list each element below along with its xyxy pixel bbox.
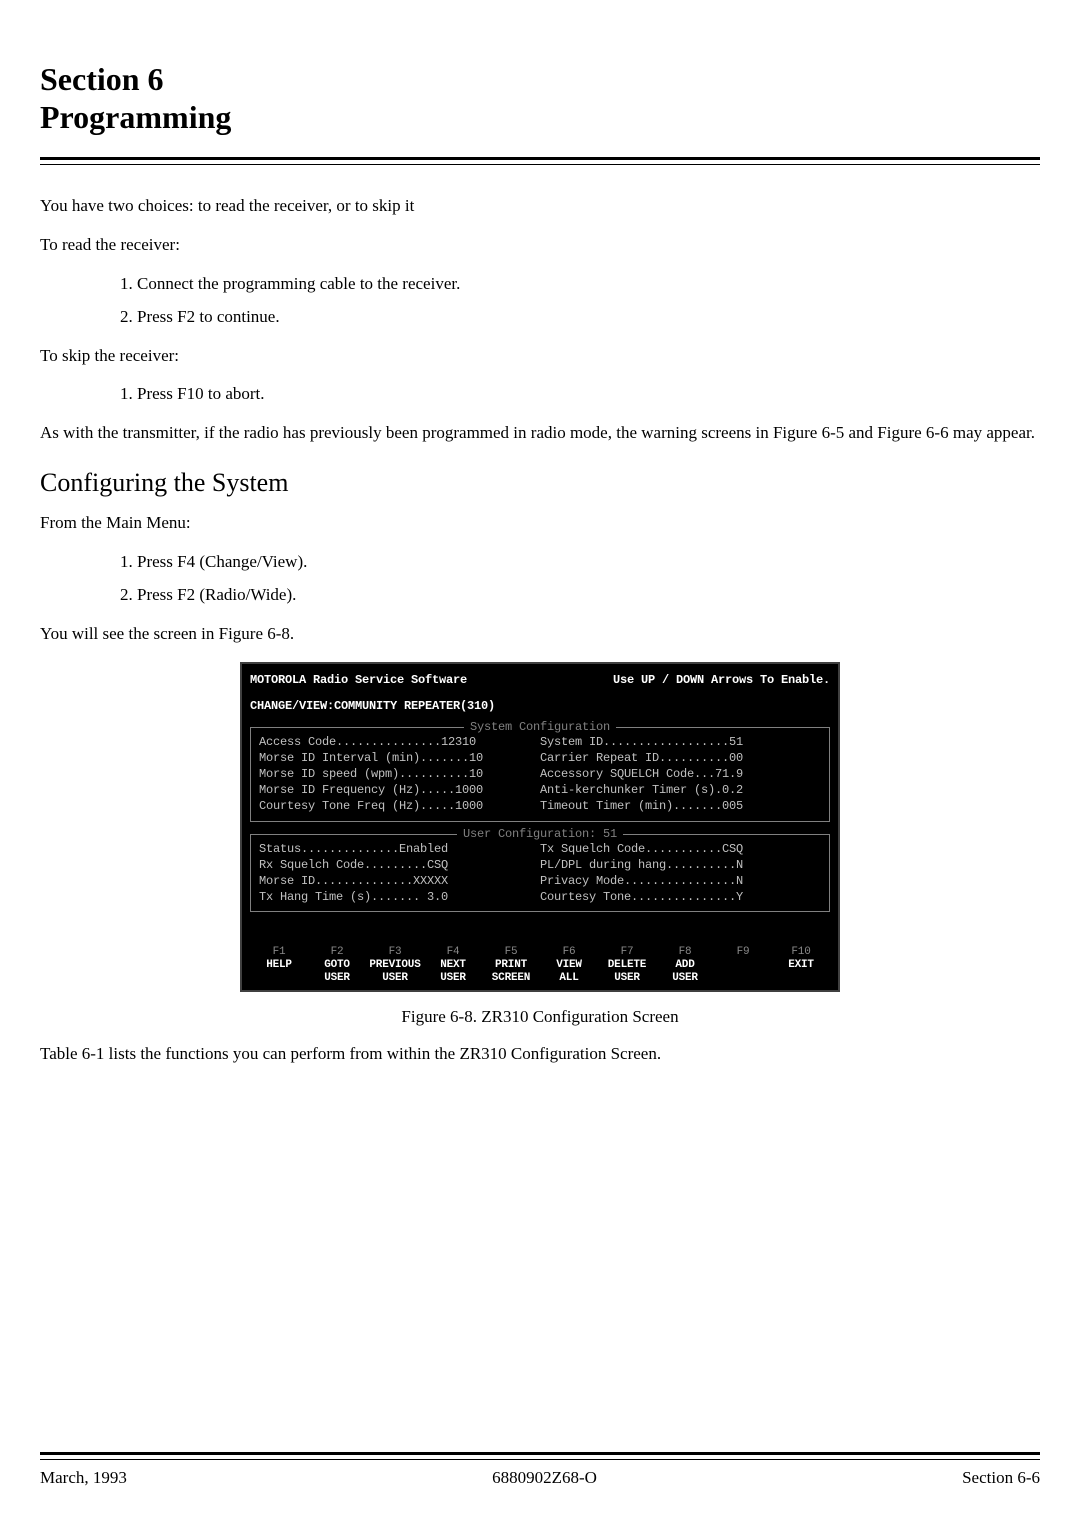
- footer-rule-thick: [40, 1452, 1040, 1455]
- list-item: 1. Connect the programming cable to the …: [120, 273, 1040, 296]
- terminal-box-system-config: System Configuration Access Code........…: [250, 727, 830, 822]
- kv-line: Morse ID Interval (min).......10: [259, 750, 540, 766]
- fkey-f5: F5 PRINT SCREEN: [482, 946, 540, 984]
- footer-date: March, 1993: [40, 1468, 127, 1488]
- terminal-function-keys: F1 HELP F2 GOTO USER F3 PREVIOUS USER: [250, 946, 830, 984]
- kv-line: Tx Squelch Code...........CSQ: [540, 841, 821, 857]
- paragraph: From the Main Menu:: [40, 512, 1040, 535]
- fkey-f1: F1 HELP: [250, 946, 308, 984]
- kv-line: Carrier Repeat ID..........00: [540, 750, 821, 766]
- terminal-box-title: System Configuration: [464, 719, 616, 735]
- kv-line: Morse ID speed (wpm)..........10: [259, 766, 540, 782]
- header-rule-thin: [40, 164, 1040, 165]
- fkey-f3: F3 PREVIOUS USER: [366, 946, 424, 984]
- fkey-f9: F9: [714, 946, 772, 984]
- fkey-f4: F4 NEXT USER: [424, 946, 482, 984]
- steps-read-receiver: 1. Connect the programming cable to the …: [120, 273, 1040, 329]
- paragraph: As with the transmitter, if the radio ha…: [40, 422, 1040, 445]
- paragraph: Table 6-1 lists the functions you can pe…: [40, 1043, 1040, 1066]
- kv-line: Morse ID..............XXXXX: [259, 873, 540, 889]
- kv-line: Privacy Mode................N: [540, 873, 821, 889]
- terminal-subtitle: CHANGE/VIEW:COMMUNITY REPEATER(310): [250, 698, 830, 714]
- terminal-title-right: Use UP / DOWN Arrows To Enable.: [613, 672, 830, 688]
- section-number: Section 6: [40, 60, 1040, 98]
- kv-line: Timeout Timer (min).......005: [540, 798, 821, 814]
- kv-line: Access Code...............12310: [259, 734, 540, 750]
- page-footer: March, 1993 6880902Z68-O Section 6-6: [40, 1468, 1040, 1488]
- fkey-f2: F2 GOTO USER: [308, 946, 366, 984]
- terminal-box-user-config: User Configuration: 51 Status...........…: [250, 834, 830, 913]
- kv-line: PL/DPL during hang..........N: [540, 857, 821, 873]
- fkey-f10: F10 EXIT: [772, 946, 830, 984]
- subsection-heading: Configuring the System: [40, 465, 1040, 500]
- paragraph: To read the receiver:: [40, 234, 1040, 257]
- footer-docnum: 6880902Z68-O: [127, 1468, 962, 1488]
- fkey-f6: F6 VIEW ALL: [540, 946, 598, 984]
- fkey-f7: F7 DELETE USER: [598, 946, 656, 984]
- figure-terminal-screenshot: MOTOROLA Radio Service Software Use UP /…: [240, 662, 840, 992]
- fkey-f8: F8 ADD USER: [656, 946, 714, 984]
- terminal-title-left: MOTOROLA Radio Service Software: [250, 672, 467, 688]
- kv-line: Accessory SQUELCH Code...71.9: [540, 766, 821, 782]
- page-heading: Section 6 Programming: [40, 60, 1040, 137]
- terminal-box-title: User Configuration: 51: [457, 826, 623, 842]
- header-rule-thick: [40, 157, 1040, 160]
- section-title: Programming: [40, 98, 1040, 136]
- list-item: 2. Press F2 (Radio/Wide).: [120, 584, 1040, 607]
- footer-rule-thin: [40, 1459, 1040, 1460]
- list-item: 1. Press F4 (Change/View).: [120, 551, 1040, 574]
- list-item: 1. Press F10 to abort.: [120, 383, 1040, 406]
- kv-line: Status..............Enabled: [259, 841, 540, 857]
- steps-skip-receiver: 1. Press F10 to abort.: [120, 383, 1040, 406]
- list-item: 2. Press F2 to continue.: [120, 306, 1040, 329]
- kv-line: Anti-kerchunker Timer (s).0.2: [540, 782, 821, 798]
- kv-line: Rx Squelch Code.........CSQ: [259, 857, 540, 873]
- paragraph: To skip the receiver:: [40, 345, 1040, 368]
- footer-page: Section 6-6: [962, 1468, 1040, 1488]
- kv-line: Courtesy Tone Freq (Hz).....1000: [259, 798, 540, 814]
- kv-line: Tx Hang Time (s)....... 3.0: [259, 889, 540, 905]
- figure-caption: Figure 6-8. ZR310 Configuration Screen: [401, 1006, 678, 1029]
- paragraph: You will see the screen in Figure 6-8.: [40, 623, 1040, 646]
- kv-line: Morse ID Frequency (Hz).....1000: [259, 782, 540, 798]
- kv-line: Courtesy Tone...............Y: [540, 889, 821, 905]
- paragraph: You have two choices: to read the receiv…: [40, 195, 1040, 218]
- kv-line: System ID..................51: [540, 734, 821, 750]
- steps-main-menu: 1. Press F4 (Change/View). 2. Press F2 (…: [120, 551, 1040, 607]
